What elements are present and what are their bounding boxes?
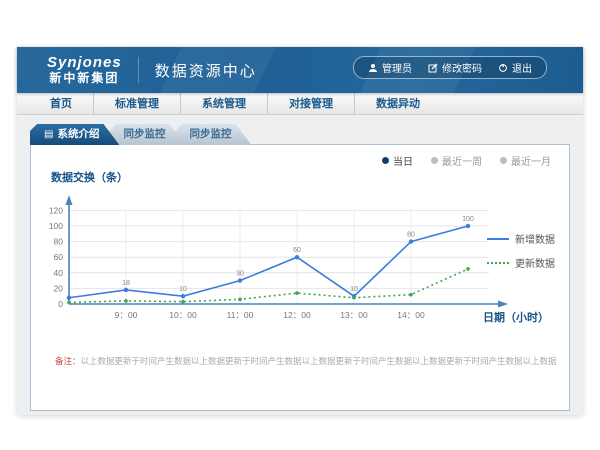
svg-text:30: 30 <box>236 271 244 278</box>
svg-text:20: 20 <box>54 283 64 293</box>
note-prefix: 备注： <box>55 356 81 366</box>
header-actions: 管理员 修改密码 退出 <box>353 56 547 79</box>
svg-text:60: 60 <box>54 252 64 262</box>
edit-icon <box>428 63 438 73</box>
chart-legend: 新增数据 更新数据 <box>487 231 555 270</box>
svg-text:80: 80 <box>407 232 415 239</box>
x-axis-title: 日期（小时） <box>483 309 549 325</box>
user-label: 管理员 <box>382 60 412 75</box>
svg-text:18: 18 <box>122 280 130 287</box>
nav-item[interactable]: 首页 <box>29 93 94 114</box>
person-icon <box>368 63 378 73</box>
main-nav: 首页标准管理系统管理对接管理数据异动 <box>17 93 583 115</box>
tab-system-intro[interactable]: ▤ 系统介绍 <box>30 124 119 145</box>
user-button[interactable]: 管理员 <box>368 60 412 75</box>
solid-line-swatch-icon <box>487 238 509 240</box>
tab-sync-monitor-2[interactable]: 同步监控 <box>175 124 251 145</box>
tab-label: 同步监控 <box>189 128 231 140</box>
svg-text:100: 100 <box>49 221 63 231</box>
svg-text:10：00: 10：00 <box>169 310 197 320</box>
legend-label: 新增数据 <box>515 231 555 246</box>
svg-text:13：00: 13：00 <box>340 310 368 320</box>
change-password-button[interactable]: 修改密码 <box>428 60 482 75</box>
svg-text:14：00: 14：00 <box>397 310 425 320</box>
svg-text:11：00: 11：00 <box>227 310 254 320</box>
app-header: Synjones 新中新集团 数据资源中心 管理员 修改密码 <box>17 47 583 93</box>
tab-bar: ▤ 系统介绍 同步监控 同步监控 <box>30 124 251 145</box>
tab-label: 系统介绍 <box>57 128 99 140</box>
footer-note: 备注：以上数据更新于时间产生数据以上数据更新于时间产生数据以上数据更新于时间产生… <box>55 355 557 367</box>
svg-text:0: 0 <box>58 299 63 309</box>
app-window: Synjones 新中新集团 数据资源中心 管理员 修改密码 <box>17 47 583 415</box>
content-panel: 当日 最近一周 最近一月 数据交换（条） 0204060801001209：00… <box>30 144 570 411</box>
nav-item[interactable]: 标准管理 <box>94 93 181 114</box>
nav-item[interactable]: 数据异动 <box>355 93 441 114</box>
svg-text:12：00: 12：00 <box>283 310 311 320</box>
nav-item[interactable]: 系统管理 <box>181 93 268 114</box>
brand-logo-en: Synjones <box>47 55 122 72</box>
change-password-label: 修改密码 <box>442 60 482 75</box>
page-title: 数据资源中心 <box>155 60 257 81</box>
svg-text:80: 80 <box>54 237 64 247</box>
document-icon: ▤ <box>44 129 53 140</box>
legend-item-new-data[interactable]: 新增数据 <box>487 231 555 246</box>
svg-text:40: 40 <box>54 268 64 278</box>
svg-text:60: 60 <box>293 247 301 254</box>
header-divider <box>138 57 139 83</box>
svg-text:10: 10 <box>350 286 358 293</box>
nav-item[interactable]: 对接管理 <box>268 93 355 114</box>
dotted-line-swatch-icon <box>487 262 509 264</box>
svg-text:100: 100 <box>462 216 474 223</box>
brand-logo-cn: 新中新集团 <box>47 72 122 85</box>
svg-text:9：00: 9：00 <box>115 310 138 320</box>
svg-text:120: 120 <box>49 205 63 215</box>
legend-item-updated-data[interactable]: 更新数据 <box>487 255 555 270</box>
tab-label: 同步监控 <box>123 128 165 140</box>
tab-sync-monitor-1[interactable]: 同步监控 <box>109 124 185 145</box>
content-area: ▤系统介绍 同步监控 同步监控 当日 最近一周 <box>17 116 583 415</box>
svg-text:10: 10 <box>179 286 187 293</box>
logout-label: 退出 <box>512 60 532 75</box>
logout-button[interactable]: 退出 <box>498 60 532 75</box>
power-icon <box>498 63 508 73</box>
brand-logo: Synjones 新中新集团 <box>47 55 122 85</box>
note-text: 以上数据更新于时间产生数据以上数据更新于时间产生数据以上数据更新于时间产生数据以… <box>81 356 557 366</box>
legend-label: 更新数据 <box>515 255 555 270</box>
